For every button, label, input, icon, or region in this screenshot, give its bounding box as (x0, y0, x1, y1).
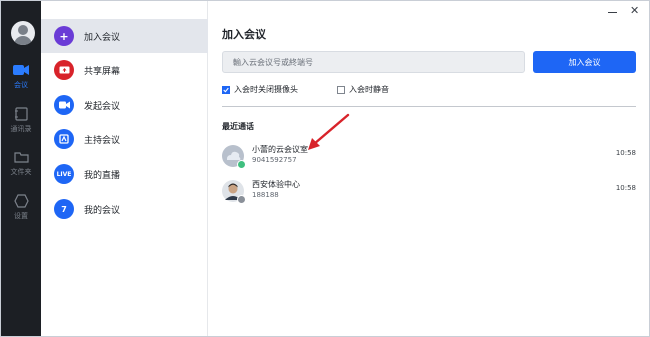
cloud-avatar-icon (222, 145, 246, 169)
menu-item-label: 共享屏幕 (84, 66, 121, 77)
folder-icon (13, 150, 29, 164)
recent-call-id: 188188 (252, 191, 279, 199)
option-camera-off[interactable]: 入会时关闭摄像头 (222, 84, 298, 95)
checkbox-unchecked-icon[interactable] (337, 85, 345, 94)
settings-hexagon-icon (13, 194, 29, 208)
calendar-icon: 7 (54, 199, 74, 219)
recent-call-item[interactable]: 西安体验中心 188188 10:58 (222, 178, 636, 208)
rail-item-settings[interactable]: 设置 (1, 194, 41, 234)
function-menu: + 加入会议 共享屏幕 发起会议 主持会议 LIVE 我的直播 7 我的会议 (41, 1, 208, 336)
rail-label: 文件夹 (10, 168, 32, 176)
close-button[interactable]: ✕ (630, 4, 639, 17)
join-meeting-button[interactable]: 加入会议 (533, 51, 636, 73)
annotation-arrow-icon (308, 113, 350, 150)
rail-label: 设置 (14, 212, 28, 220)
menu-item-my-live[interactable]: LIVE 我的直播 (41, 157, 208, 191)
option-label: 入会时静音 (349, 85, 389, 94)
menu-item-label: 我的会议 (84, 205, 121, 216)
video-icon (54, 95, 74, 115)
recent-call-time: 10:58 (615, 149, 636, 157)
menu-item-start-meeting[interactable]: 发起会议 (41, 88, 208, 122)
nav-rail: 会议 通讯录 文件夹 设置 (1, 1, 41, 336)
host-icon (54, 129, 74, 149)
rail-label: 会议 (14, 81, 28, 89)
status-badge (237, 195, 246, 204)
share-screen-icon (54, 60, 74, 80)
live-icon: LIVE (54, 164, 74, 184)
menu-item-host-meeting[interactable]: 主持会议 (41, 122, 208, 156)
meeting-id-input[interactable] (222, 51, 525, 73)
rail-label: 通讯录 (10, 125, 32, 133)
checkbox-checked-icon[interactable] (222, 85, 230, 94)
menu-item-label: 发起会议 (84, 101, 121, 112)
status-badge (237, 160, 246, 169)
menu-item-share-screen[interactable]: 共享屏幕 (41, 53, 208, 87)
menu-item-join-meeting[interactable]: + 加入会议 (41, 19, 208, 53)
option-mute[interactable]: 入会时静音 (337, 84, 389, 95)
user-avatar[interactable] (11, 21, 35, 45)
contacts-icon (13, 107, 29, 121)
page-title: 加入会议 (222, 28, 266, 41)
recent-call-id: 9041592757 (252, 156, 297, 164)
menu-item-label: 加入会议 (84, 32, 121, 43)
divider (222, 106, 636, 107)
video-camera-icon (13, 63, 29, 77)
recent-call-item[interactable]: 小蕾的云会议室 9041592757 10:58 (222, 143, 636, 173)
recent-call-name: 西安体验中心 (252, 180, 300, 189)
rail-item-contacts[interactable]: 通讯录 (1, 107, 41, 147)
option-label: 入会时关闭摄像头 (234, 85, 298, 94)
rail-item-meetings[interactable]: 会议 (1, 63, 41, 103)
plus-icon: + (54, 26, 74, 46)
rail-item-folder[interactable]: 文件夹 (1, 150, 41, 190)
person-photo-avatar (222, 180, 246, 204)
menu-item-label: 我的直播 (84, 170, 121, 181)
menu-item-label: 主持会议 (84, 135, 121, 146)
recent-calls-title: 最近通话 (222, 122, 254, 131)
minimize-button[interactable] (608, 4, 617, 13)
menu-item-my-meetings[interactable]: 7 我的会议 (41, 192, 208, 226)
recent-call-time: 10:58 (615, 184, 636, 192)
